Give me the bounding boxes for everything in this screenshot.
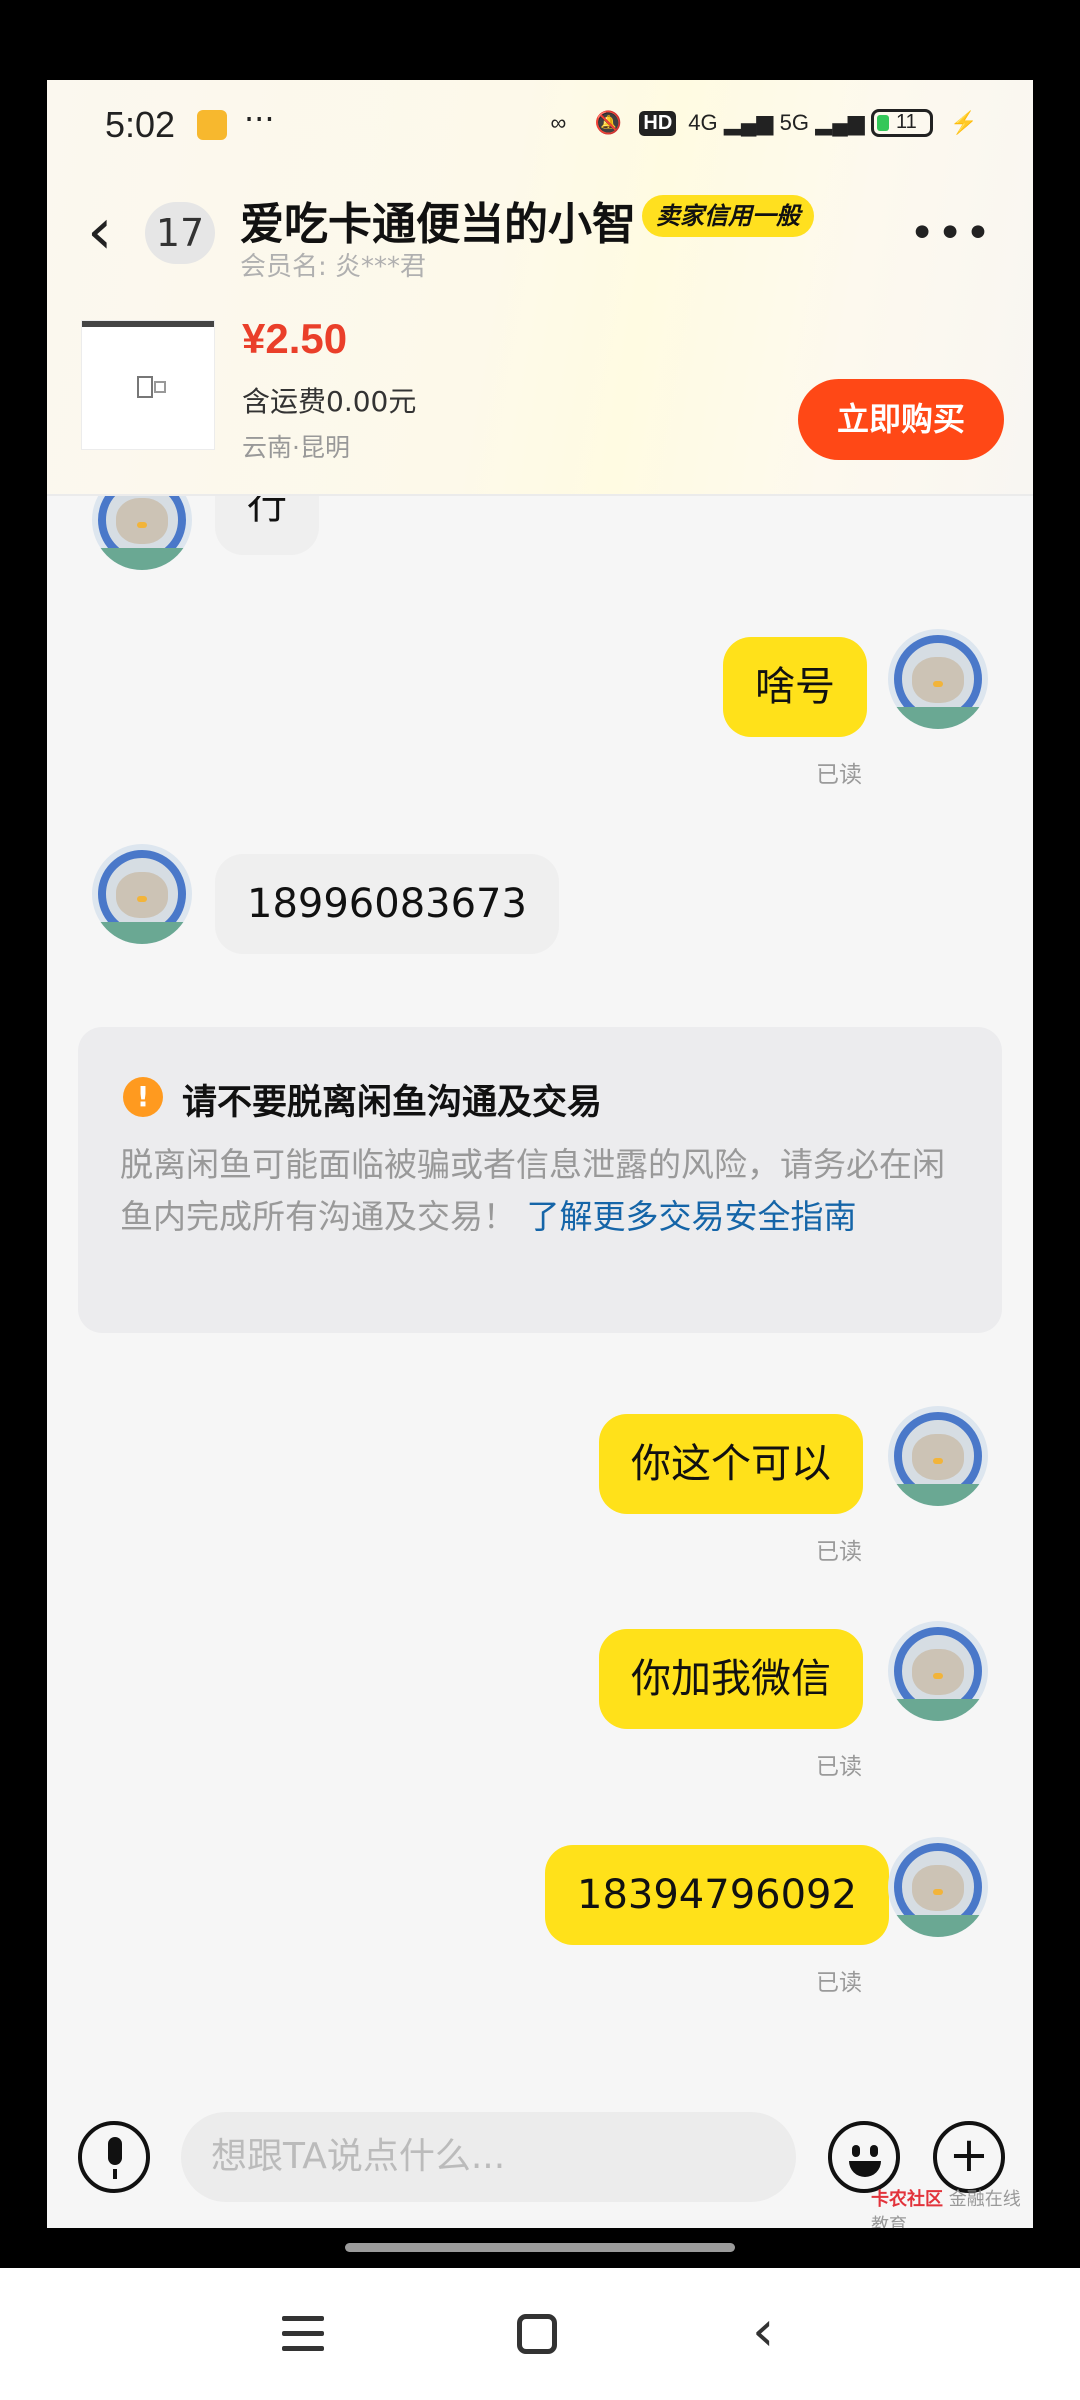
outgoing-message[interactable]: 18394796092	[545, 1845, 889, 1945]
read-receipt: 已读	[816, 762, 862, 788]
my-avatar[interactable]	[888, 629, 988, 729]
watermark-logo: 卡农社区 金融在线教育	[871, 2185, 1033, 2228]
product-location: 云南·昆明	[242, 433, 350, 462]
notification-icon	[197, 110, 227, 140]
more-actions-plus-button[interactable]: +	[933, 2121, 1005, 2193]
product-thumbnail[interactable]	[81, 320, 215, 450]
recent-apps-icon[interactable]	[282, 2316, 324, 2352]
battery-icon: 11	[871, 109, 933, 137]
warning-body: 脱离闲鱼可能面临被骗或者信息泄露的风险，请务必在闲鱼内完成所有沟通及交易！ 了解…	[120, 1139, 970, 1243]
watermark-brand: 卡农社区	[871, 2189, 943, 2210]
signal-icon: ▂▄▆	[723, 110, 774, 135]
seller-avatar[interactable]	[92, 844, 192, 944]
my-avatar[interactable]	[888, 1406, 988, 1506]
voice-input-button[interactable]	[78, 2121, 150, 2193]
outgoing-message[interactable]: 啥号	[723, 637, 867, 737]
product-shipping: 含运费0.00元	[242, 385, 417, 418]
read-receipt: 已读	[816, 1539, 862, 1565]
unread-count-badge[interactable]: 17	[145, 202, 215, 264]
outgoing-message[interactable]: 你加我微信	[599, 1629, 863, 1729]
my-avatar[interactable]	[888, 1621, 988, 1721]
warning-icon: !	[123, 1077, 163, 1117]
battery-fill	[877, 115, 889, 131]
link-icon: ∞	[550, 110, 567, 135]
back-icon[interactable]: ‹	[87, 200, 137, 270]
signal-icon: ▂▄▆	[815, 110, 865, 135]
seller-credit-badge[interactable]: 卖家信用一般	[642, 195, 814, 237]
charging-icon: ⚡	[950, 110, 978, 135]
chat-screen: 5:02 ··· ∞ 🔕 HD 4G ▂▄▆ 5G ▂▄▆ 11 ⚡	[47, 80, 1033, 2228]
buy-now-button[interactable]: 立即购买	[798, 379, 1004, 460]
safety-guide-link[interactable]: 了解更多交易安全指南	[527, 1197, 857, 1236]
chat-title: 爱吃卡通便当的小智	[240, 199, 636, 250]
message-input[interactable]: 想跟TA说点什么...	[181, 2112, 796, 2202]
mute-icon: 🔕	[594, 110, 623, 135]
hd-icon: HD	[639, 110, 677, 136]
system-nav-bar: ‹	[0, 2268, 1080, 2400]
emoji-button[interactable]	[828, 2121, 900, 2193]
input-bar: 想跟TA说点什么... + 卡农社区 金融在线教育	[47, 2085, 1033, 2228]
warning-title: 请不要脱离闲鱼沟通及交易	[182, 1083, 603, 1123]
network-5g-label: 5G	[779, 110, 809, 135]
product-price: ¥2.50	[242, 315, 348, 362]
mic-icon	[108, 2137, 122, 2165]
network-4g-label: 4G	[688, 110, 718, 135]
safety-warning-card: ! 请不要脱离闲鱼沟通及交易 脱离闲鱼可能面临被骗或者信息泄露的风险，请务必在闲…	[78, 1027, 1002, 1333]
read-receipt: 已读	[816, 1754, 862, 1780]
status-more-icon: ···	[244, 100, 275, 138]
header-divider	[47, 494, 1033, 496]
phone-frame: 5:02 ··· ∞ 🔕 HD 4G ▂▄▆ 5G ▂▄▆ 11 ⚡	[0, 0, 1080, 2400]
status-icons: ∞ 🔕 HD 4G ▂▄▆ 5G ▂▄▆ 11 ⚡	[539, 108, 983, 138]
status-time: 5:02	[105, 104, 176, 145]
incoming-message[interactable]: 18996083673	[215, 854, 559, 954]
read-receipt: 已读	[816, 1970, 862, 1996]
status-bar: 5:02 ··· ∞ 🔕 HD 4G ▂▄▆ 5G ▂▄▆ 11 ⚡	[47, 80, 1033, 170]
more-options-icon[interactable]: •••	[909, 208, 993, 259]
home-icon[interactable]	[517, 2314, 557, 2354]
battery-level: 11	[896, 111, 917, 133]
outgoing-message[interactable]: 你这个可以	[599, 1414, 863, 1514]
my-avatar[interactable]	[888, 1837, 988, 1937]
home-indicator[interactable]	[345, 2243, 735, 2252]
member-name: 会员名: 炎***君	[240, 252, 427, 282]
nav-back-icon[interactable]: ‹	[752, 2304, 774, 2360]
chat-header-overlay: 5:02 ··· ∞ 🔕 HD 4G ▂▄▆ 5G ▂▄▆ 11 ⚡ ‹ 17 …	[47, 80, 1033, 494]
